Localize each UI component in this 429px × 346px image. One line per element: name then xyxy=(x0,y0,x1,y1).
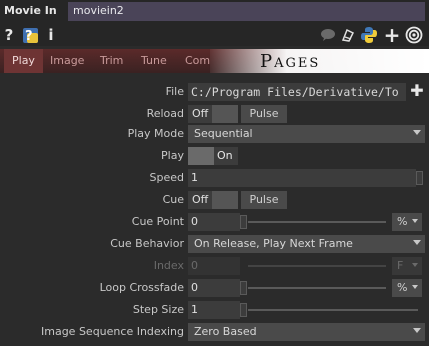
cue-behavior-dropdown[interactable]: On Release, Play Next Frame xyxy=(188,235,425,253)
reload-pulse-button[interactable]: Pulse xyxy=(241,105,287,123)
info-icon[interactable]: i xyxy=(46,25,56,45)
speed-field[interactable]: 1 xyxy=(188,169,416,187)
param-label-step-size: Step Size xyxy=(132,303,184,316)
reload-toggle-state[interactable]: Off xyxy=(188,105,212,123)
param-label-play: Play xyxy=(161,149,184,162)
chevron-down-icon xyxy=(412,263,418,267)
clone-icon[interactable] xyxy=(340,25,356,45)
cue-toggle-state[interactable]: Off xyxy=(188,191,212,209)
index-slider-track xyxy=(248,265,386,267)
param-row-reload: Reload Off Pulse xyxy=(0,105,429,124)
index-unit-label: F xyxy=(397,259,404,272)
param-row-cue-behavior: Cue Behavior On Release, Play Next Frame xyxy=(0,235,429,254)
file-path-field[interactable]: C:/Program Files/Derivative/To xyxy=(188,83,406,101)
speed-slider-handle[interactable] xyxy=(416,171,423,185)
chevron-down-icon xyxy=(413,130,421,135)
param-row-index: Index 0 F xyxy=(0,257,429,276)
play-mode-dropdown[interactable]: Sequential xyxy=(188,125,425,143)
step-size-field[interactable]: 1 xyxy=(188,301,240,319)
param-row-play: Play On xyxy=(0,147,429,166)
param-row-play-mode: Play Mode Sequential xyxy=(0,125,429,144)
image-sequence-indexing-dropdown[interactable]: Zero Based xyxy=(188,323,425,341)
cue-point-slider-handle[interactable] xyxy=(240,215,247,229)
param-label-cue-point: Cue Point xyxy=(131,215,184,228)
icon-bar: ? ? i + xyxy=(0,23,429,47)
comment-icon[interactable] xyxy=(320,25,336,45)
cue-behavior-value: On Release, Play Next Frame xyxy=(194,237,353,250)
cue-point-unit-label: % xyxy=(397,215,408,228)
param-label-play-mode: Play Mode xyxy=(127,127,184,140)
title-bar: Movie In moviein2 xyxy=(0,0,429,24)
file-browse-plus-icon[interactable]: ✚ xyxy=(409,83,425,101)
pages-banner-label: Pages xyxy=(260,51,321,72)
param-row-image-sequence-indexing: Image Sequence Indexing Zero Based xyxy=(0,323,429,342)
image-sequence-indexing-value: Zero Based xyxy=(194,325,257,338)
tab-trim[interactable]: Trim xyxy=(92,49,131,73)
param-row-cue: Cue Off Pulse xyxy=(0,191,429,210)
param-label-cue: Cue xyxy=(162,193,184,206)
loop-crossfade-unit-menu[interactable]: % xyxy=(392,279,422,297)
loop-crossfade-slider-handle[interactable] xyxy=(240,281,247,295)
reload-toggle-switch[interactable] xyxy=(212,105,238,123)
operator-type-label: Movie In xyxy=(4,4,57,17)
loop-crossfade-slider-track[interactable] xyxy=(248,287,386,289)
param-row-loop-crossfade: Loop Crossfade 0 % xyxy=(0,279,429,298)
loop-crossfade-field[interactable]: 0 xyxy=(188,279,240,297)
tab-image[interactable]: Image xyxy=(42,49,92,73)
play-mode-value: Sequential xyxy=(194,127,253,140)
cue-pulse-button[interactable]: Pulse xyxy=(241,191,287,209)
python-help-icon[interactable]: ? xyxy=(22,25,39,45)
param-label-index: Index xyxy=(153,259,184,272)
play-toggle-switch[interactable] xyxy=(188,147,214,165)
help-icon[interactable]: ? xyxy=(3,25,15,45)
page-tab-bar: Play Image Trim Tune Com Pages xyxy=(0,49,429,73)
param-label-reload: Reload xyxy=(146,107,184,120)
index-field: 0 xyxy=(188,257,240,275)
tab-tune[interactable]: Tune xyxy=(133,49,175,73)
chevron-down-icon xyxy=(412,219,418,223)
param-row-file: File C:/Program Files/Derivative/To ✚ xyxy=(0,83,429,102)
param-label-cue-behavior: Cue Behavior xyxy=(110,237,184,250)
step-size-slider-track[interactable] xyxy=(248,309,418,311)
operator-name-field[interactable]: moviein2 xyxy=(68,2,425,21)
svg-text:?: ? xyxy=(25,29,33,44)
play-toggle-state[interactable]: On xyxy=(214,147,238,165)
loop-crossfade-unit-label: % xyxy=(397,281,408,294)
param-label-loop-crossfade: Loop Crossfade xyxy=(99,281,184,294)
target-icon[interactable] xyxy=(405,25,423,45)
param-row-step-size: Step Size 1 xyxy=(0,301,429,320)
add-icon[interactable]: + xyxy=(384,23,401,47)
cue-point-unit-menu[interactable]: % xyxy=(392,213,422,231)
cue-point-slider-track[interactable] xyxy=(248,221,386,223)
chevron-down-icon xyxy=(413,240,421,245)
param-label-image-sequence-indexing: Image Sequence Indexing xyxy=(41,325,184,338)
param-label-file: File xyxy=(165,85,184,98)
step-size-slider-handle[interactable] xyxy=(240,303,247,317)
python-icon[interactable] xyxy=(360,25,378,45)
cue-point-field[interactable]: 0 xyxy=(188,213,240,231)
param-label-speed: Speed xyxy=(149,171,184,184)
cue-toggle-switch[interactable] xyxy=(212,191,238,209)
param-row-speed: Speed 1 xyxy=(0,169,429,188)
tab-play[interactable]: Play xyxy=(4,49,43,73)
chevron-down-icon xyxy=(412,285,418,289)
param-row-cue-point: Cue Point 0 % xyxy=(0,213,429,232)
index-unit-menu: F xyxy=(392,257,422,275)
chevron-down-icon xyxy=(413,328,421,333)
